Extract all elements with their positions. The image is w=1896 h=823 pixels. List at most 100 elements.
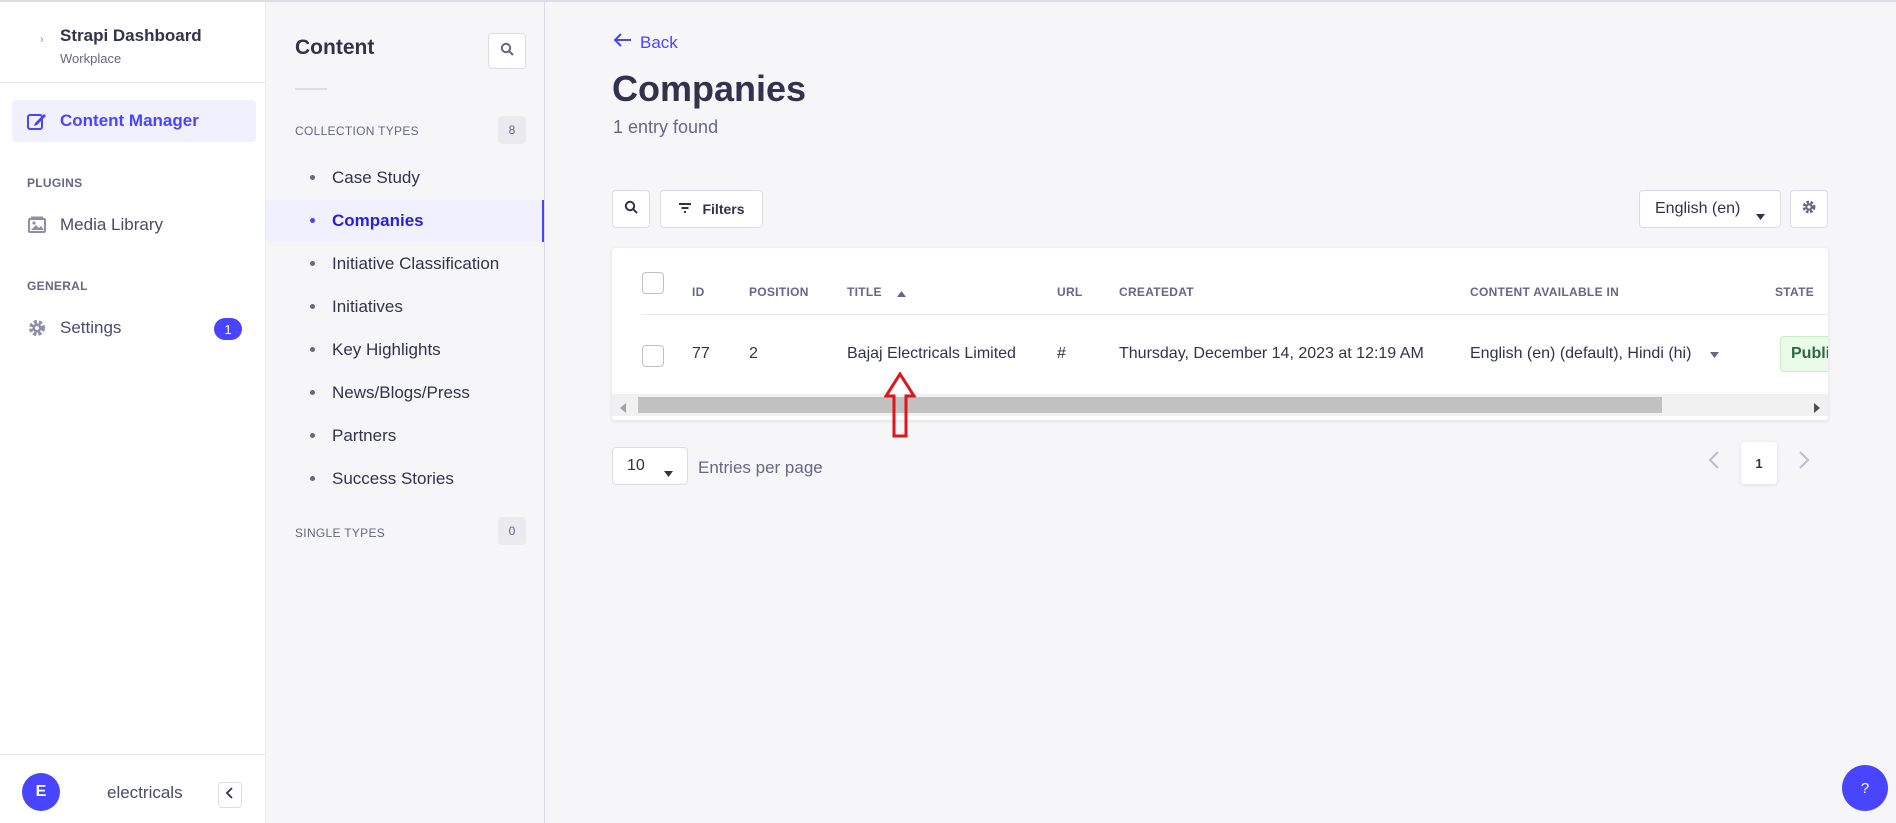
column-header-url[interactable]: URL [1057, 285, 1083, 299]
subnav-item-label: Companies [332, 211, 424, 230]
subnav-item-companies[interactable]: Companies [266, 200, 544, 242]
column-header-state: STATE [1775, 285, 1815, 299]
nav-label: Media Library [60, 215, 163, 234]
main-content: Back Companies 1 entry found Filters Eng… [545, 2, 1896, 823]
nav-settings[interactable]: Settings 1 [12, 307, 256, 349]
page-button-current[interactable]: 1 [1741, 442, 1777, 484]
caret-down-icon [664, 464, 673, 482]
column-header-content-available: CONTENT AVAILABLE IN [1470, 285, 1620, 299]
cell-title[interactable]: Bajaj Electricals Limited [847, 345, 1016, 363]
chevron-right-icon: › [40, 34, 44, 46]
column-header-title[interactable]: TITLE [847, 285, 907, 300]
nav-label: Settings [60, 318, 122, 337]
view-settings-button[interactable] [1790, 190, 1828, 228]
locale-value: English (en) [1655, 200, 1741, 217]
subnav-title: Content [295, 36, 375, 59]
column-header-id[interactable]: ID [692, 285, 705, 299]
brand-subtitle: Workplace [60, 51, 122, 66]
subnav-item-label: Key Highlights [332, 340, 441, 359]
media-library-icon [26, 214, 48, 236]
bullet [310, 218, 315, 223]
subnav-item-initiative-classification[interactable]: Initiative Classification [266, 243, 544, 285]
subnav-item-partners[interactable]: Partners [266, 415, 544, 457]
scroll-right-icon[interactable] [1814, 400, 1820, 418]
chevron-left-icon [225, 786, 235, 804]
cell-content-available[interactable]: English (en) (default), Hindi (hi) [1470, 345, 1719, 363]
filters-label: Filters [702, 201, 745, 217]
collection-types-count: 8 [498, 116, 526, 144]
back-label: Back [640, 32, 678, 52]
sort-ascending-icon [897, 286, 907, 300]
subnav-item-label: News/Blogs/Press [332, 383, 470, 402]
select-all-checkbox[interactable] [642, 272, 664, 294]
nav-content-manager[interactable]: Content Manager [12, 100, 256, 142]
collapse-nav-button[interactable] [218, 782, 242, 808]
bullet [310, 476, 315, 481]
column-header-createdat[interactable]: CREATEDAT [1119, 285, 1194, 299]
previous-page-icon[interactable] [1708, 450, 1720, 475]
brand-title: Strapi Dashboard [60, 26, 202, 45]
subnav-item-label: Partners [332, 426, 397, 445]
row-divider [642, 314, 1828, 315]
workspace-brand[interactable]: › Strapi Dashboard Workplace [28, 24, 248, 72]
entries-per-page-select[interactable]: 10 [612, 447, 688, 485]
single-types-heading: SINGLE TYPES [295, 526, 386, 540]
cell-createdat[interactable]: Thursday, December 14, 2023 at 12:19 AM [1119, 345, 1424, 363]
general-heading: GENERAL [27, 279, 88, 293]
cell-id[interactable]: 77 [692, 345, 710, 363]
subnav-item-label: Case Study [332, 168, 420, 187]
entries-table: ID POSITION TITLE URL CREATEDAT CONTENT … [612, 248, 1828, 420]
help-button[interactable]: ? [1842, 765, 1888, 811]
user-footer: E electricals [0, 754, 266, 823]
search-icon [624, 200, 638, 219]
locale-select[interactable]: English (en) [1639, 190, 1781, 228]
subnav-item-key-highlights[interactable]: Key Highlights [266, 329, 544, 371]
subnav-item-news-blogs-press[interactable]: News/Blogs/Press [266, 372, 544, 414]
bullet [310, 175, 315, 180]
plugins-heading: PLUGINS [27, 176, 83, 190]
page-title: Companies [612, 68, 807, 109]
per-page-value: 10 [627, 457, 645, 474]
entry-count: 1 entry found [613, 117, 719, 137]
caret-down-icon [1756, 207, 1765, 225]
scrollbar-thumb[interactable] [638, 397, 1662, 413]
main-navigation: › Strapi Dashboard Workplace Content Man… [0, 2, 266, 823]
cell-position[interactable]: 2 [749, 345, 758, 363]
cell-url[interactable]: # [1057, 345, 1066, 363]
divider [0, 82, 266, 83]
subnav-item-label: Initiatives [332, 297, 403, 316]
bullet [310, 347, 315, 352]
filters-button[interactable]: Filters [660, 190, 763, 228]
search-button[interactable] [612, 190, 650, 228]
bullet [310, 390, 315, 395]
horizontal-scrollbar[interactable] [612, 394, 1828, 416]
username: electricals [107, 783, 183, 802]
nav-media-library[interactable]: Media Library [12, 204, 256, 246]
collection-types-heading: COLLECTION TYPES [295, 124, 419, 138]
gear-icon [1801, 199, 1817, 220]
subnav-item-case-study[interactable]: Case Study [266, 157, 544, 199]
annotation-arrow-icon [883, 371, 917, 443]
nav-label: Content Manager [60, 111, 199, 130]
search-icon [500, 42, 514, 61]
column-header-title-label: TITLE [847, 285, 882, 299]
subnav-item-initiatives[interactable]: Initiatives [266, 286, 544, 328]
row-checkbox[interactable] [642, 345, 664, 367]
content-manager-icon [26, 110, 48, 132]
bullet [310, 261, 315, 266]
subnav-search-button[interactable] [488, 33, 526, 69]
settings-badge: 1 [214, 318, 242, 340]
single-types-count: 0 [498, 517, 526, 545]
subnav-item-label: Success Stories [332, 469, 454, 488]
scroll-left-icon[interactable] [620, 400, 626, 418]
column-header-position[interactable]: POSITION [749, 285, 809, 299]
caret-down-icon [1709, 345, 1719, 363]
back-link[interactable]: Back [612, 32, 678, 53]
gear-icon [26, 317, 48, 339]
status-badge: Published [1780, 336, 1828, 372]
next-page-icon[interactable] [1798, 450, 1810, 475]
avatar[interactable]: E [22, 773, 60, 811]
per-page-label: Entries per page [698, 458, 823, 477]
subnav-item-success-stories[interactable]: Success Stories [266, 458, 544, 500]
bullet [310, 304, 315, 309]
